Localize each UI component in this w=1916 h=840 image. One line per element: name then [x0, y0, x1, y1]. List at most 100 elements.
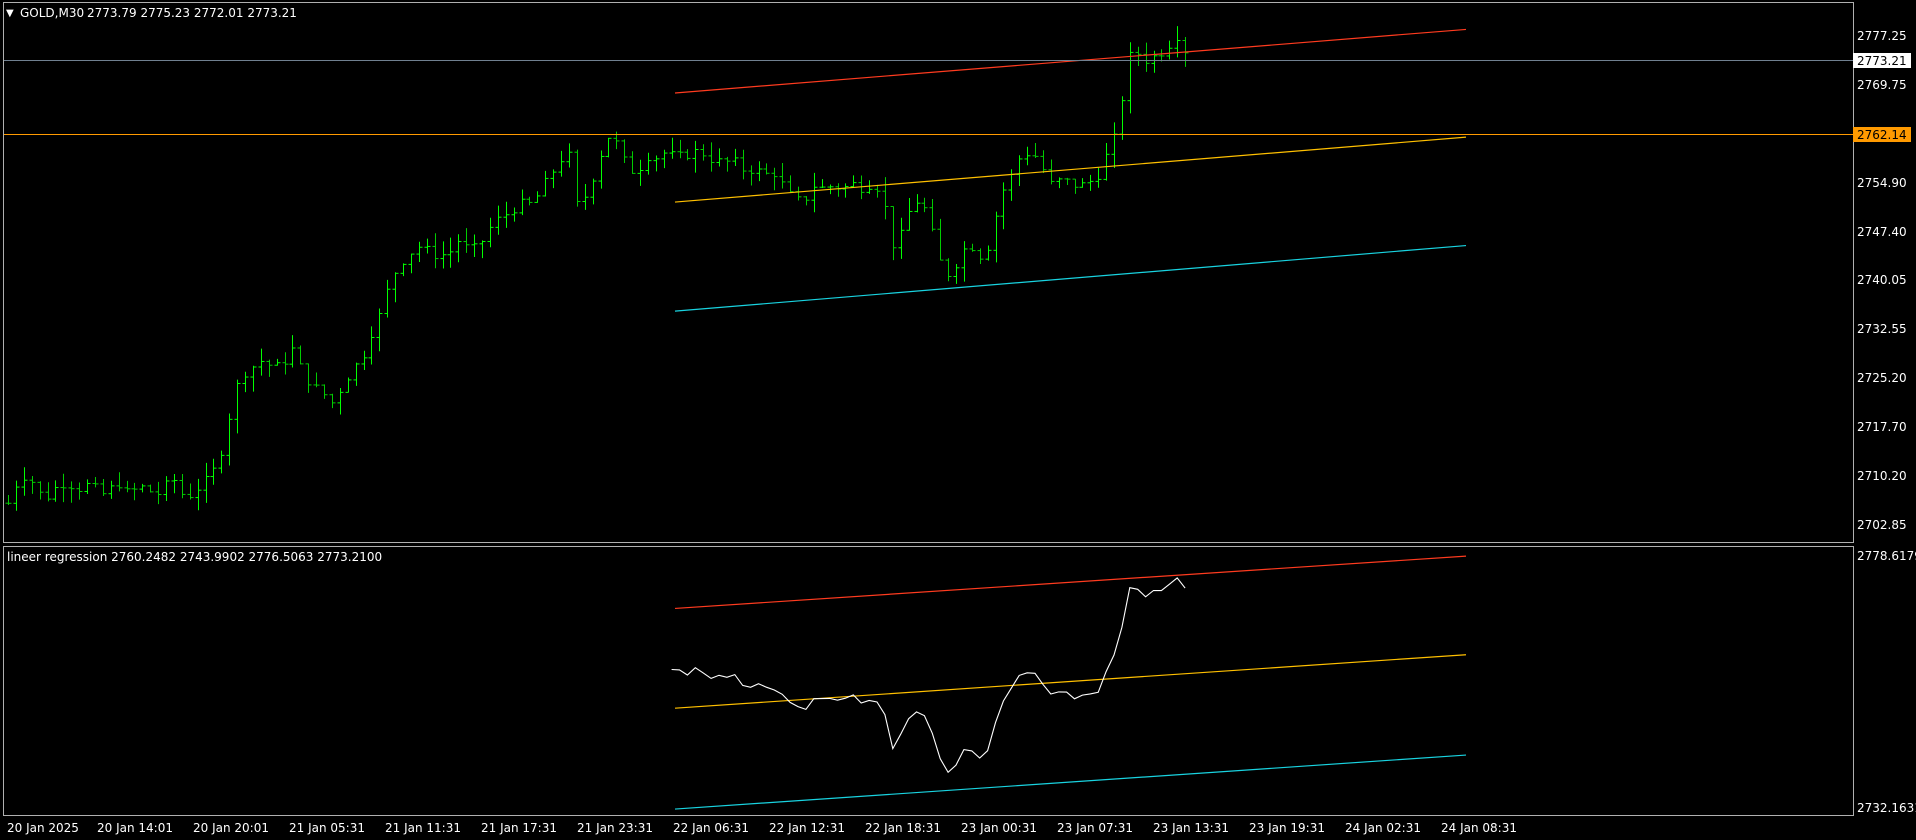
- candle: [929, 198, 936, 232]
- candle: [590, 178, 597, 205]
- candle: [179, 474, 186, 499]
- time-label: 20 Jan 14:01: [97, 821, 173, 835]
- candle: [874, 184, 881, 198]
- candle: [1127, 42, 1134, 114]
- candle: [534, 191, 541, 203]
- candle: [740, 149, 747, 180]
- time-label: 23 Jan 00:31: [961, 821, 1037, 835]
- candle: [890, 206, 897, 261]
- time-label: 20 Jan 2025: [7, 821, 79, 835]
- indicator-axis-top: 2778.6179: [1857, 549, 1916, 563]
- candle: [210, 458, 217, 485]
- time-label: 23 Jan 13:31: [1153, 821, 1229, 835]
- chart-canvas[interactable]: ▼ GOLD,M30 2773.79 2775.23 2772.01 2773.…: [0, 0, 1916, 840]
- candle: [756, 161, 763, 182]
- candle: [1119, 96, 1126, 140]
- candle: [835, 183, 842, 197]
- candle: [661, 149, 668, 169]
- price-tick: 2754.90: [1857, 176, 1907, 190]
- price-tick: 2740.05: [1857, 273, 1907, 287]
- regression-mid-line[interactable]: [674, 136, 1467, 203]
- time-label: 21 Jan 17:31: [481, 821, 557, 835]
- candle: [463, 228, 470, 253]
- candle: [748, 165, 755, 186]
- candle: [566, 143, 573, 168]
- time-label: 24 Jan 08:31: [1441, 821, 1517, 835]
- candle: [842, 183, 849, 198]
- candle: [550, 169, 557, 189]
- indicator-lower-line[interactable]: [674, 754, 1467, 810]
- price-tick: 2725.20: [1857, 371, 1907, 385]
- candle: [368, 326, 375, 365]
- indicator-title: lineer regression 2760.2482 2743.9902 27…: [7, 550, 382, 564]
- main-price-axis: 2777.25 2769.75 2754.90 2747.40 2740.05 …: [1857, 29, 1907, 532]
- time-label: 23 Jan 07:31: [1057, 821, 1133, 835]
- candle: [526, 196, 533, 206]
- candle: [203, 462, 210, 503]
- candle: [13, 480, 20, 511]
- candle: [1032, 143, 1039, 158]
- time-label: 21 Jan 23:31: [577, 821, 653, 835]
- candle: [629, 151, 636, 174]
- candle: [605, 137, 612, 158]
- candle: [392, 272, 399, 303]
- candle: [52, 480, 59, 502]
- candle: [487, 217, 494, 248]
- regression-lower-line[interactable]: [674, 244, 1467, 312]
- candle: [76, 482, 83, 500]
- candle: [29, 476, 36, 494]
- candle: [795, 186, 802, 201]
- time-label: 22 Jan 06:31: [673, 821, 749, 835]
- candle: [787, 175, 794, 193]
- candle: [542, 170, 549, 197]
- candle: [242, 371, 249, 393]
- candle: [432, 233, 439, 269]
- candle: [60, 473, 67, 503]
- indicator-price-line[interactable]: [671, 577, 1186, 774]
- candle: [313, 372, 320, 388]
- candle: [803, 196, 810, 206]
- main-price-plot[interactable]: [5, 26, 1467, 511]
- chart-menu-icon[interactable]: ▼: [6, 8, 14, 19]
- candle: [961, 241, 968, 282]
- candle: [353, 362, 360, 386]
- regression-upper-line[interactable]: [674, 28, 1467, 94]
- indicator-axis-bottom: 2732.1631: [1857, 801, 1916, 815]
- candle: [361, 350, 368, 371]
- candle: [985, 245, 992, 261]
- main-chart-frame: [3, 2, 1854, 543]
- candle: [282, 352, 289, 375]
- candle: [274, 358, 281, 366]
- level-price-label: 2762.14: [1857, 128, 1907, 142]
- indicator-mid-line[interactable]: [674, 654, 1467, 709]
- time-label: 23 Jan 19:31: [1249, 821, 1325, 835]
- candle: [124, 480, 131, 493]
- candle: [37, 481, 44, 500]
- indicator-plot[interactable]: [671, 555, 1467, 810]
- candle: [226, 413, 233, 466]
- candle: [850, 175, 857, 188]
- candle: [147, 484, 154, 493]
- candle: [882, 177, 889, 220]
- candle: [447, 237, 454, 268]
- candle: [218, 450, 225, 474]
- candle: [1103, 143, 1110, 181]
- candle: [1048, 159, 1055, 185]
- candle: [416, 241, 423, 263]
- indicator-upper-line[interactable]: [674, 555, 1467, 610]
- candle: [455, 234, 462, 263]
- price-tick: 2747.40: [1857, 225, 1907, 239]
- candle: [100, 479, 107, 496]
- candle: [1040, 150, 1047, 174]
- candle: [582, 184, 589, 210]
- candle: [811, 172, 818, 213]
- candle: [92, 476, 99, 488]
- candle: [471, 234, 478, 258]
- candle: [187, 483, 194, 500]
- candle: [45, 482, 52, 502]
- candle: [574, 149, 581, 207]
- candle: [155, 481, 162, 505]
- candle: [195, 478, 202, 511]
- time-label: 22 Jan 12:31: [769, 821, 845, 835]
- time-axis: 20 Jan 2025 20 Jan 14:01 20 Jan 20:01 21…: [7, 821, 1517, 835]
